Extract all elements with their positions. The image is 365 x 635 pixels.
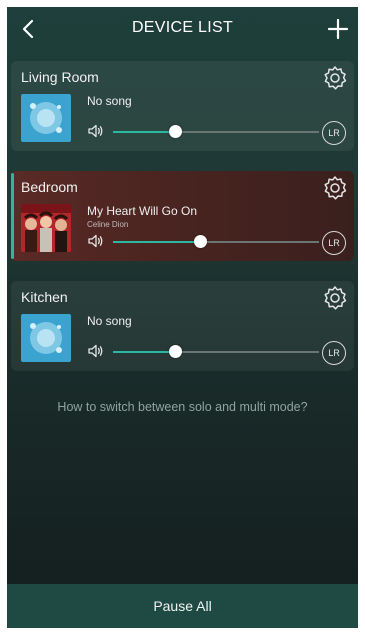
speaker-icon[interactable] xyxy=(87,123,105,139)
device-card-kitchen[interactable]: Kitchen No song LR xyxy=(11,281,354,371)
gear-icon[interactable] xyxy=(322,285,348,311)
album-art xyxy=(21,204,71,252)
gear-icon[interactable] xyxy=(322,175,348,201)
volume-thumb[interactable] xyxy=(168,125,182,138)
device-card-bedroom[interactable]: Bedroom My Heart Will Go On Celine Dion xyxy=(11,171,354,261)
room-name: Kitchen xyxy=(21,289,68,305)
room-name: Living Room xyxy=(21,69,99,85)
volume-slider[interactable] xyxy=(113,345,319,358)
volume-thumb[interactable] xyxy=(193,235,207,248)
volume-slider[interactable] xyxy=(113,125,319,138)
top-bar: DEVICE LIST xyxy=(7,7,358,51)
channel-button[interactable]: LR xyxy=(322,121,346,145)
pause-all-button[interactable]: Pause All xyxy=(7,584,358,628)
volume-fill xyxy=(113,351,175,353)
solo-multi-help-link[interactable]: How to switch between solo and multi mod… xyxy=(7,400,358,414)
gear-icon[interactable] xyxy=(322,65,348,91)
page-title: DEVICE LIST xyxy=(131,19,234,36)
volume-fill xyxy=(113,241,200,243)
plus-icon[interactable] xyxy=(324,15,352,43)
active-indicator xyxy=(11,173,14,259)
room-name: Bedroom xyxy=(21,179,78,195)
song-title: My Heart Will Go On xyxy=(87,204,198,218)
device-list-screen: DEVICE LIST Living Room No song LR Bedro… xyxy=(7,7,358,628)
album-art-placeholder xyxy=(21,94,71,142)
device-card-living-room[interactable]: Living Room No song LR xyxy=(11,61,354,151)
song-title: No song xyxy=(87,94,132,108)
album-art-placeholder xyxy=(21,314,71,362)
song-title: No song xyxy=(87,314,132,328)
volume-slider[interactable] xyxy=(113,235,319,248)
volume-fill xyxy=(113,131,175,133)
volume-thumb[interactable] xyxy=(168,345,182,358)
channel-button[interactable]: LR xyxy=(322,341,346,365)
artist-name: Celine Dion xyxy=(87,220,129,229)
speaker-icon[interactable] xyxy=(87,233,105,249)
speaker-icon[interactable] xyxy=(87,343,105,359)
channel-button[interactable]: LR xyxy=(322,231,346,255)
